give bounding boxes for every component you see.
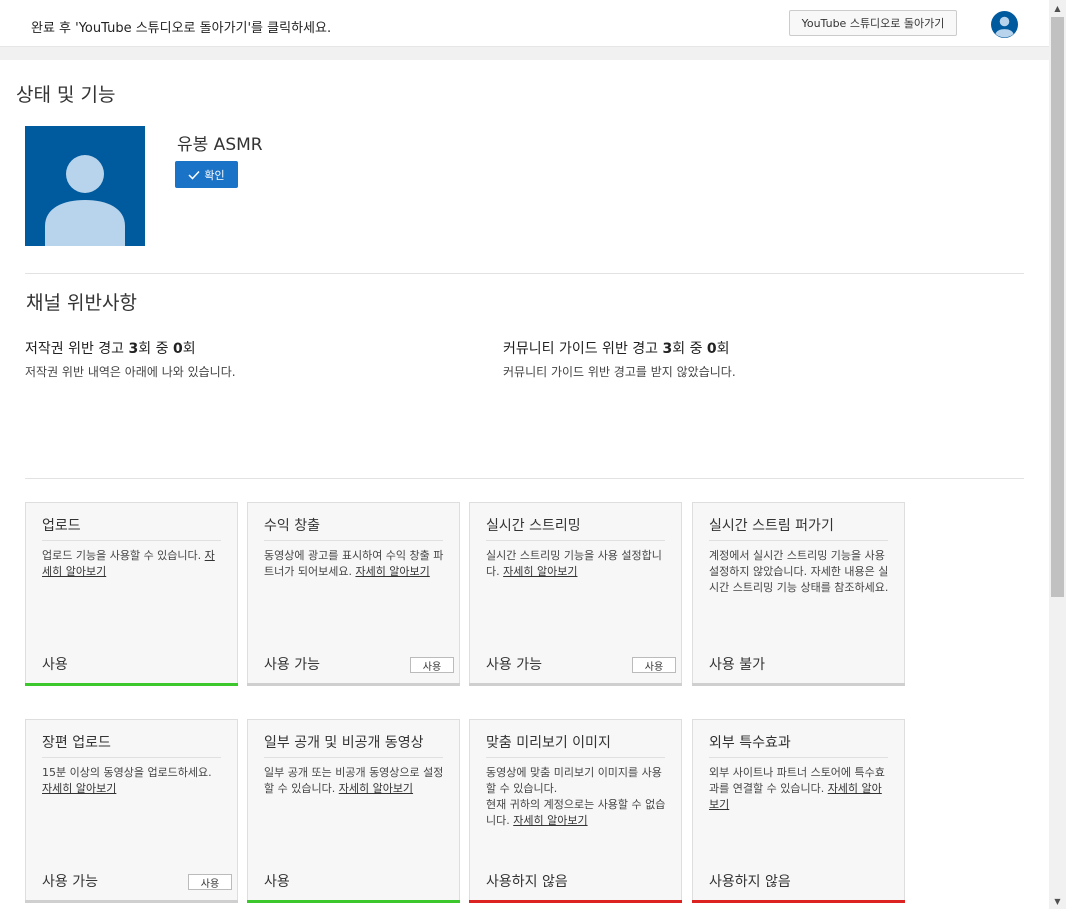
- status-bar: [469, 900, 682, 903]
- feature-title: 일부 공개 및 비공개 동영상: [264, 735, 424, 751]
- learn-more-link[interactable]: 자세히 알아보기: [513, 814, 587, 827]
- copyright-strikes-heading: 저작권 위반 경고 3회 중 0회: [25, 341, 196, 357]
- channel-profile-picture: [25, 126, 145, 246]
- feature-description: 계정에서 실시간 스트리밍 기능을 사용 설정하지 않았습니다. 자세한 내용은…: [709, 549, 889, 594]
- feature-title: 실시간 스트림 퍼가기: [709, 518, 834, 534]
- community-strikes-note: 커뮤니티 가이드 위반 경고를 받지 않았습니다.: [503, 365, 736, 379]
- feature-title: 장편 업로드: [42, 735, 111, 751]
- feature-card: 업로드업로드 기능을 사용할 수 있습니다. 자세히 알아보기사용: [25, 502, 238, 686]
- feature-title: 맞춤 미리보기 이미지: [486, 735, 611, 751]
- feature-status: 사용하지 않음: [486, 874, 568, 890]
- feature-status: 사용 불가: [709, 657, 765, 673]
- header-separator: [0, 47, 1049, 60]
- learn-more-link[interactable]: 자세히 알아보기: [339, 782, 413, 795]
- feature-description: 외부 사이트나 파트너 스토어에 특수효과를 연결할 수 있습니다. 자세히 알…: [709, 766, 885, 811]
- feature-status: 사용 가능: [42, 874, 98, 890]
- card-divider: [42, 540, 221, 541]
- learn-more-link[interactable]: 자세히 알아보기: [503, 565, 577, 578]
- card-divider: [486, 757, 665, 758]
- enable-button[interactable]: 사용: [632, 657, 676, 673]
- learn-more-link[interactable]: 자세히 알아보기: [42, 782, 116, 795]
- back-to-studio-button[interactable]: YouTube 스튜디오로 돌아가기: [789, 10, 957, 36]
- enable-button[interactable]: 사용: [188, 874, 232, 890]
- feature-title: 외부 특수효과: [709, 735, 791, 751]
- checkmark-icon: [188, 170, 200, 180]
- status-bar: [692, 683, 905, 686]
- feature-card: 일부 공개 및 비공개 동영상일부 공개 또는 비공개 동영상으로 설정할 수 …: [247, 719, 460, 903]
- copyright-strikes-note: 저작권 위반 내역은 아래에 나와 있습니다.: [25, 365, 236, 379]
- feature-status: 사용 가능: [264, 657, 320, 673]
- feature-description: 업로드 기능을 사용할 수 있습니다. 자세히 알아보기: [42, 549, 215, 578]
- verify-button[interactable]: 확인: [175, 161, 238, 188]
- vertical-scrollbar[interactable]: ▲ ▼: [1049, 0, 1066, 909]
- scroll-down-icon[interactable]: ▼: [1049, 893, 1066, 909]
- feature-status: 사용: [42, 657, 68, 673]
- status-bar: [469, 683, 682, 686]
- top-bar: 완료 후 'YouTube 스튜디오로 돌아가기'를 클릭하세요. YouTub…: [0, 0, 1049, 47]
- account-avatar-icon[interactable]: [991, 11, 1018, 38]
- divider: [25, 478, 1024, 479]
- scrollbar-thumb[interactable]: [1051, 17, 1064, 597]
- feature-card: 맞춤 미리보기 이미지동영상에 맞춤 미리보기 이미지를 사용할 수 있습니다.…: [469, 719, 682, 903]
- feature-description: 동영상에 광고를 표시하여 수익 창출 파트너가 되어보세요. 자세히 알아보기: [264, 549, 444, 578]
- feature-description: 일부 공개 또는 비공개 동영상으로 설정할 수 있습니다. 자세히 알아보기: [264, 766, 444, 795]
- feature-card: 수익 창출동영상에 광고를 표시하여 수익 창출 파트너가 되어보세요. 자세히…: [247, 502, 460, 686]
- feature-status: 사용: [264, 874, 290, 890]
- learn-more-link[interactable]: 자세히 알아보기: [42, 549, 215, 578]
- card-divider: [709, 540, 888, 541]
- feature-card: 외부 특수효과외부 사이트나 파트너 스토어에 특수효과를 연결할 수 있습니다…: [692, 719, 905, 903]
- enable-button[interactable]: 사용: [410, 657, 454, 673]
- feature-title: 실시간 스트리밍: [486, 518, 581, 534]
- feature-title: 수익 창출: [264, 518, 320, 534]
- learn-more-link[interactable]: 자세히 알아보기: [709, 782, 882, 811]
- instruction-message: 완료 후 'YouTube 스튜디오로 돌아가기'를 클릭하세요.: [31, 21, 332, 36]
- card-divider: [709, 757, 888, 758]
- feature-card: 실시간 스트리밍실시간 스트리밍 기능을 사용 설정합니다. 자세히 알아보기사…: [469, 502, 682, 686]
- default-avatar-icon: [45, 155, 125, 246]
- scroll-up-icon[interactable]: ▲: [1049, 0, 1066, 16]
- card-divider: [264, 757, 443, 758]
- card-divider: [486, 540, 665, 541]
- feature-title: 업로드: [42, 518, 81, 534]
- feature-description: 실시간 스트리밍 기능을 사용 설정합니다. 자세히 알아보기: [486, 549, 662, 578]
- feature-card: 장편 업로드 15분 이상의 동영상을 업로드하세요. 자세히 알아보기사용 가능…: [25, 719, 238, 903]
- card-divider: [42, 757, 221, 758]
- status-bar: [25, 683, 238, 686]
- channel-name: 유봉 ASMR: [177, 135, 263, 155]
- feature-description: 15분 이상의 동영상을 업로드하세요. 자세히 알아보기: [42, 766, 212, 795]
- status-bar: [692, 900, 905, 903]
- status-bar: [25, 900, 238, 903]
- feature-status: 사용하지 않음: [709, 874, 791, 890]
- page-title: 상태 및 기능: [16, 84, 116, 106]
- feature-status: 사용 가능: [486, 657, 542, 673]
- verify-label: 확인: [204, 168, 225, 182]
- divider: [25, 273, 1024, 274]
- learn-more-link[interactable]: 자세히 알아보기: [355, 565, 429, 578]
- feature-description: 동영상에 맞춤 미리보기 이미지를 사용할 수 있습니다. 현재 귀하의 계정으로…: [486, 766, 666, 827]
- status-bar: [247, 900, 460, 903]
- community-strikes-heading: 커뮤니티 가이드 위반 경고 3회 중 0회: [503, 341, 730, 357]
- feature-card: 실시간 스트림 퍼가기계정에서 실시간 스트리밍 기능을 사용 설정하지 않았습…: [692, 502, 905, 686]
- violations-title: 채널 위반사항: [26, 292, 137, 314]
- card-divider: [264, 540, 443, 541]
- status-bar: [247, 683, 460, 686]
